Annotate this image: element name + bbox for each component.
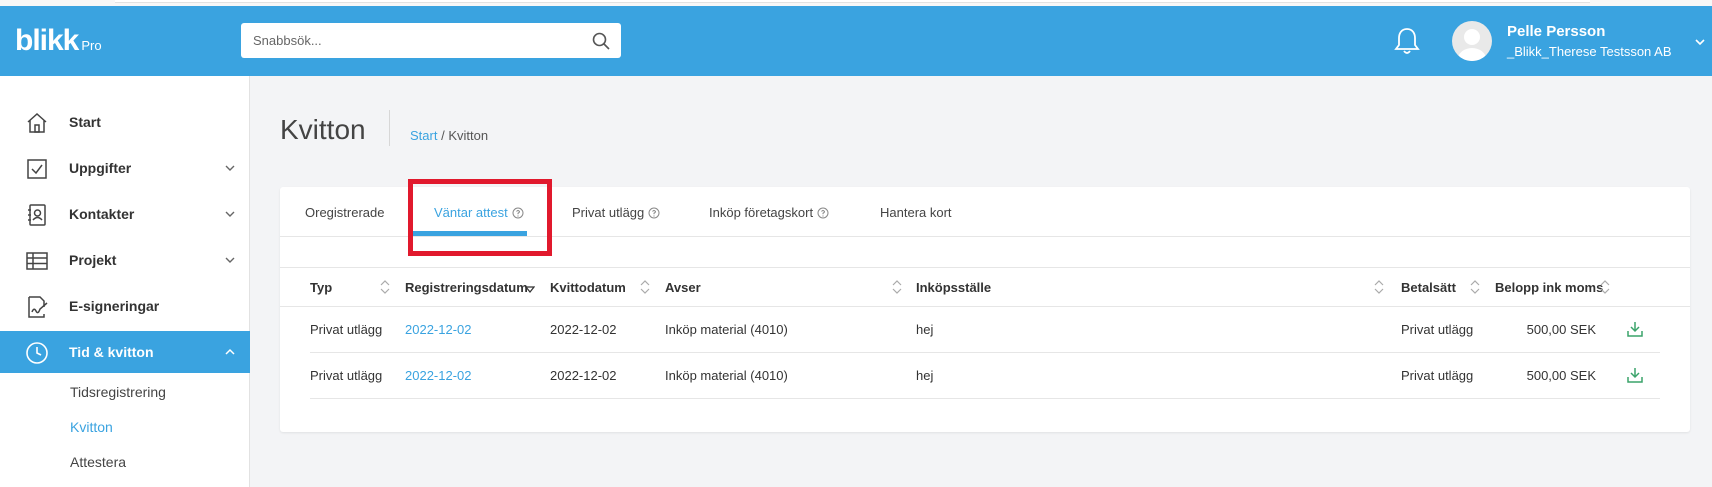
column-header-inkopsstalle[interactable]: Inköpsställe <box>916 280 991 295</box>
cell-belopp: 500,00 SEK <box>1526 368 1596 383</box>
chevron-down-icon[interactable] <box>224 162 236 174</box>
cell-avser: Inköp material (4010) <box>665 368 788 383</box>
sidebar-item-uppgifter[interactable]: Uppgifter <box>0 147 250 189</box>
title-divider <box>389 110 390 146</box>
clock-icon <box>26 342 48 364</box>
contacts-icon <box>28 204 46 226</box>
sidebar-item-tid-kvitton[interactable]: Tid & kvitton <box>0 331 250 373</box>
search-input[interactable] <box>241 23 581 58</box>
browser-top-bar <box>115 0 1590 3</box>
sort-icon[interactable] <box>892 280 902 294</box>
cell-avser: Inköp material (4010) <box>665 322 788 337</box>
sort-desc-icon[interactable] <box>525 280 535 294</box>
page-title: Kvitton <box>280 114 366 145</box>
highlight-box <box>408 179 552 256</box>
sort-icon[interactable] <box>380 280 390 294</box>
tab-label: Privat utlägg <box>572 205 645 220</box>
sidebar-item-label: Uppgifter <box>69 160 132 176</box>
sidebar: Start Uppgifter Kontakter Projekt E-sign… <box>0 76 250 487</box>
table-header: Typ Registreringsdatum Kvittodatum Avser… <box>280 267 1690 307</box>
breadcrumb: Start / Kvitton <box>410 128 488 143</box>
cell-typ: Privat utlägg <box>310 368 383 383</box>
logo-text: blikk <box>15 24 79 57</box>
column-header-betalsatt[interactable]: Betalsätt <box>1401 280 1456 295</box>
sidebar-subitem-tidsregistrering[interactable]: Tidsregistrering <box>70 384 166 400</box>
cell-kvitto-date: 2022-12-02 <box>550 322 617 337</box>
user-company[interactable]: _Blikk_Therese Testsson AB <box>1507 44 1672 59</box>
table-icon <box>26 252 48 270</box>
sidebar-item-label: Kontakter <box>69 206 135 222</box>
cell-belopp: 500,00 SEK <box>1526 322 1596 337</box>
search-box <box>241 23 621 58</box>
help-icon[interactable] <box>817 207 829 219</box>
cell-betalsatt: Privat utlägg <box>1401 368 1474 383</box>
download-icon[interactable] <box>1626 366 1644 384</box>
chevron-down-icon[interactable] <box>224 254 236 266</box>
tab-label: Oregistrerade <box>305 205 385 220</box>
sidebar-item-projekt[interactable]: Projekt <box>0 239 250 281</box>
chevron-down-icon[interactable] <box>224 208 236 220</box>
sidebar-item-label: Projekt <box>69 252 117 268</box>
chevron-down-icon[interactable] <box>1694 36 1706 48</box>
sort-icon[interactable] <box>1374 280 1384 294</box>
column-header-avser[interactable]: Avser <box>665 280 701 295</box>
breadcrumb-current: Kvitton <box>448 128 489 143</box>
column-header-belopp[interactable]: Belopp ink moms <box>1495 280 1603 295</box>
sidebar-item-label: Start <box>69 114 101 130</box>
breadcrumb-separator: / <box>441 128 445 143</box>
cell-betalsatt: Privat utlägg <box>1401 322 1474 337</box>
logo-suffix: Pro <box>81 38 102 53</box>
sort-icon[interactable] <box>1470 280 1480 294</box>
breadcrumb-link-start[interactable]: Start <box>410 128 437 143</box>
user-silhouette-icon <box>1458 29 1486 61</box>
search-icon[interactable] <box>591 31 611 51</box>
column-header-typ[interactable]: Typ <box>310 280 332 295</box>
home-icon <box>27 112 47 133</box>
tab-privat-utlagg[interactable]: Privat utlägg <box>572 205 660 220</box>
logo[interactable]: blikk Pro <box>15 24 102 58</box>
table-row[interactable]: Privat utlägg 2022-12-02 2022-12-02 Inkö… <box>310 307 1660 353</box>
cell-kvitto-date: 2022-12-02 <box>550 368 617 383</box>
chevron-up-icon[interactable] <box>224 346 236 358</box>
sidebar-item-label: E-signeringar <box>69 298 160 314</box>
sort-icon[interactable] <box>1600 280 1610 294</box>
download-icon[interactable] <box>1626 320 1644 338</box>
tab-label: Inköp företagskort <box>709 205 814 220</box>
cell-reg-date-link[interactable]: 2022-12-02 <box>405 368 472 383</box>
tab-hantera-kort[interactable]: Hantera kort <box>880 205 952 220</box>
sidebar-subitem-attestera[interactable]: Attestera <box>70 454 126 470</box>
cell-typ: Privat utlägg <box>310 322 383 337</box>
checkbox-icon <box>27 159 47 179</box>
cell-inkopsstalle: hej <box>916 368 934 383</box>
table-row[interactable]: Privat utlägg 2022-12-02 2022-12-02 Inkö… <box>310 353 1660 399</box>
cell-inkopsstalle: hej <box>916 322 934 337</box>
bell-icon[interactable] <box>1393 26 1421 56</box>
tab-label: Hantera kort <box>880 205 952 220</box>
sidebar-item-label: Tid & kvitton <box>69 344 154 360</box>
tab-inkop-foretagskort[interactable]: Inköp företagskort <box>709 205 829 220</box>
column-header-registreringsdatum[interactable]: Registreringsdatum <box>405 280 528 295</box>
avatar[interactable] <box>1452 21 1492 61</box>
help-icon[interactable] <box>648 207 660 219</box>
tab-oregistrerade[interactable]: Oregistrerade <box>305 205 384 220</box>
sidebar-subitem-kvitton[interactable]: Kvitton <box>70 419 113 435</box>
signature-icon <box>28 296 48 318</box>
sidebar-item-e-signeringar[interactable]: E-signeringar <box>0 285 250 327</box>
sidebar-item-kontakter[interactable]: Kontakter <box>0 193 250 235</box>
sort-icon[interactable] <box>640 280 650 294</box>
column-header-kvittodatum[interactable]: Kvittodatum <box>550 280 626 295</box>
top-header: blikkPro Pelle Persson _Blikk_Therese Te… <box>0 6 1712 76</box>
user-name[interactable]: Pelle Persson <box>1507 23 1605 40</box>
sidebar-item-start[interactable]: Start <box>0 101 250 143</box>
cell-reg-date-link[interactable]: 2022-12-02 <box>405 322 472 337</box>
